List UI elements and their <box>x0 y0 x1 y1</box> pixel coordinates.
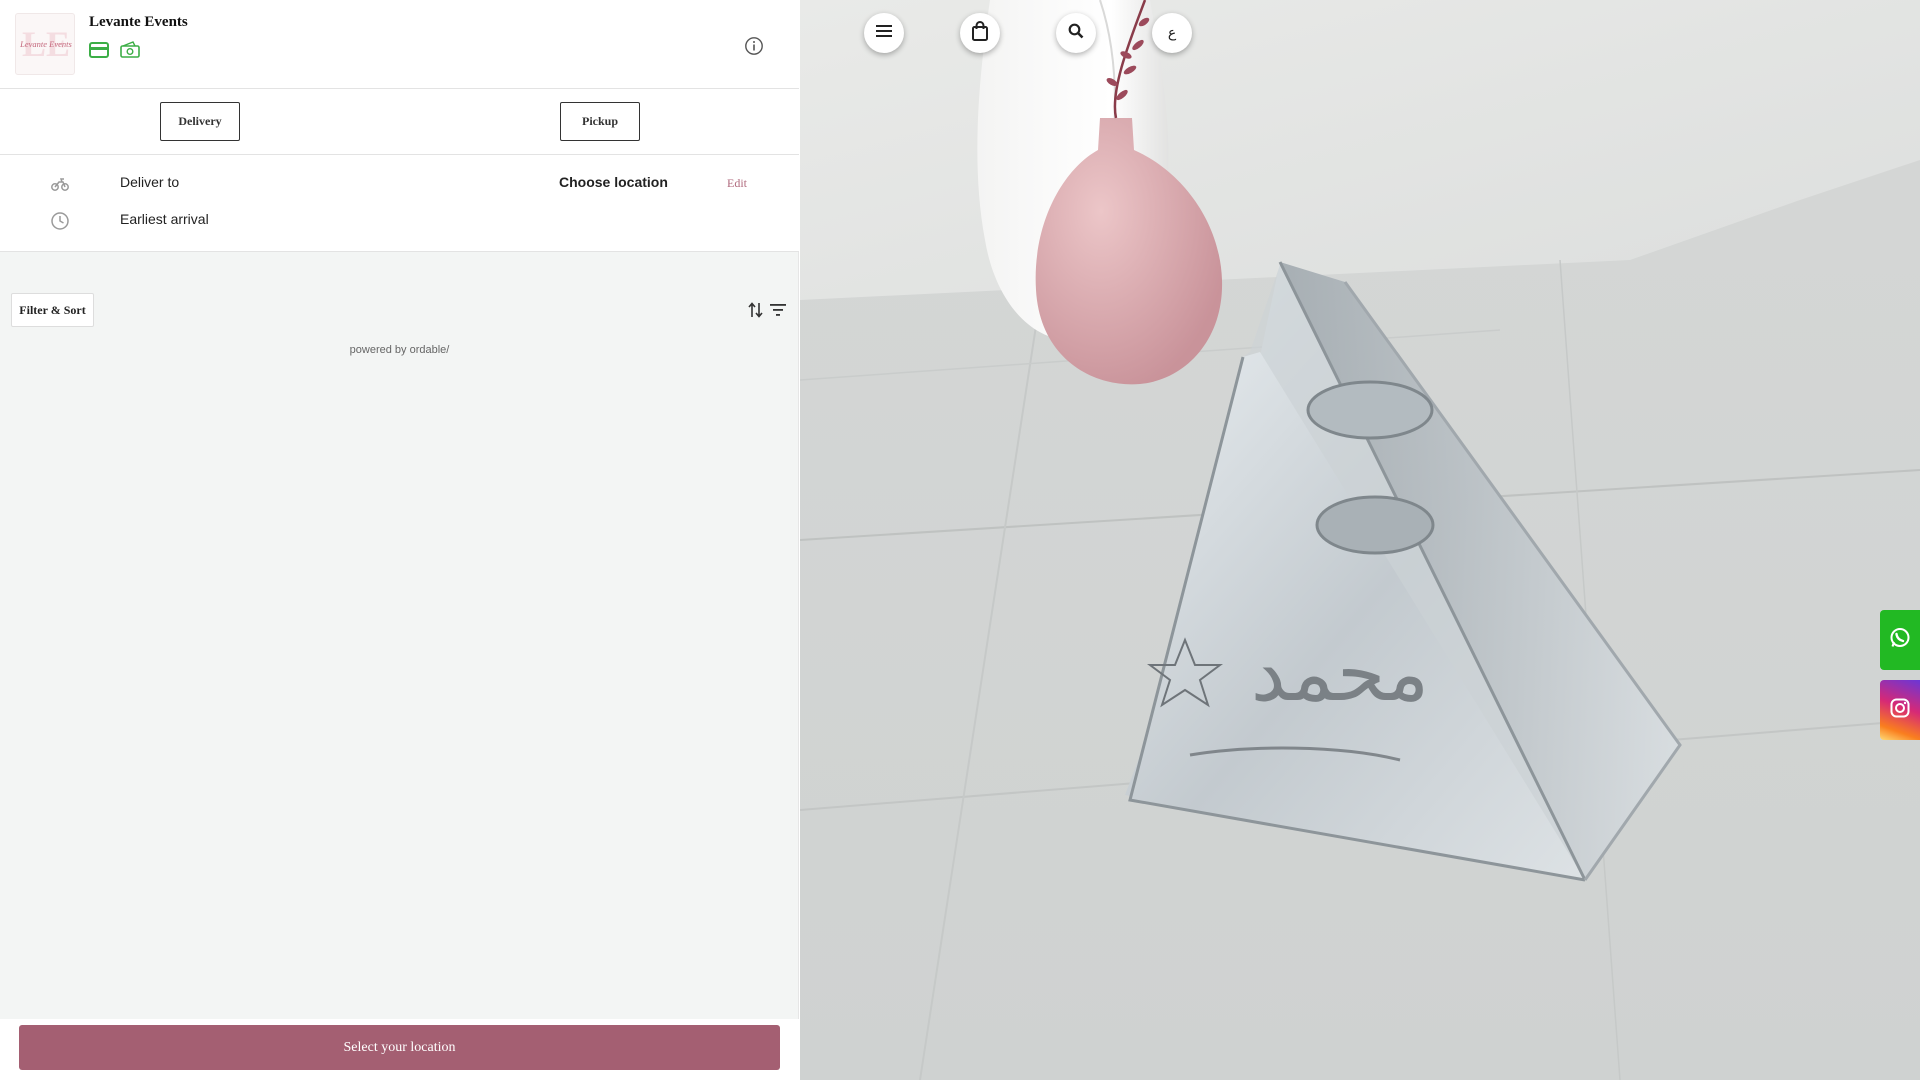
hamburger-icon <box>876 24 892 43</box>
credit-card-icon <box>89 42 109 58</box>
svg-text:Levante Events: Levante Events <box>19 39 72 49</box>
filter-sort-button[interactable]: Filter & Sort <box>11 293 94 327</box>
deliver-to-label: Deliver to <box>120 174 180 190</box>
language-toggle[interactable]: ع <box>1152 13 1192 53</box>
search-icon <box>1068 23 1084 44</box>
powered-by-text: powered by ordable/ <box>349 344 450 356</box>
whatsapp-button[interactable] <box>1880 610 1920 670</box>
search-button[interactable] <box>1056 13 1096 53</box>
sort-icon[interactable] <box>748 301 764 319</box>
info-icon[interactable] <box>744 36 764 56</box>
menu-button[interactable] <box>864 13 904 53</box>
edit-location-link[interactable]: Edit <box>727 176 747 191</box>
store-logo[interactable]: LE Levante Events <box>15 13 75 75</box>
store-header: LE Levante Events Levante Events <box>0 0 799 89</box>
pickup-button[interactable]: Pickup <box>560 102 640 141</box>
select-location-button[interactable]: Select your location <box>19 1025 780 1070</box>
delivery-details: Deliver to Choose location Edit Earliest… <box>0 155 799 252</box>
hero-image: محمد <box>800 0 1920 1080</box>
store-name: Levante Events <box>89 14 188 30</box>
instagram-button[interactable] <box>1880 680 1920 740</box>
motorcycle-icon <box>50 174 70 194</box>
order-mode-selector: Delivery Pickup <box>0 89 799 155</box>
hero-panel: محمد ع <box>800 0 1920 1080</box>
store-panel: LE Levante Events Levante Events Deliver… <box>0 0 799 1080</box>
svg-text:محمد: محمد <box>1251 629 1429 719</box>
cart-button[interactable] <box>960 13 1000 53</box>
cash-icon <box>119 40 141 60</box>
delivery-button[interactable]: Delivery <box>160 102 240 141</box>
location-value[interactable]: Choose location <box>559 174 668 190</box>
filter-icon[interactable] <box>769 302 787 318</box>
whatsapp-icon <box>1889 627 1911 654</box>
instagram-icon <box>1890 698 1910 723</box>
clock-icon <box>50 211 70 231</box>
earliest-arrival-label: Earliest arrival <box>120 211 209 227</box>
shopping-bag-icon <box>971 20 989 46</box>
